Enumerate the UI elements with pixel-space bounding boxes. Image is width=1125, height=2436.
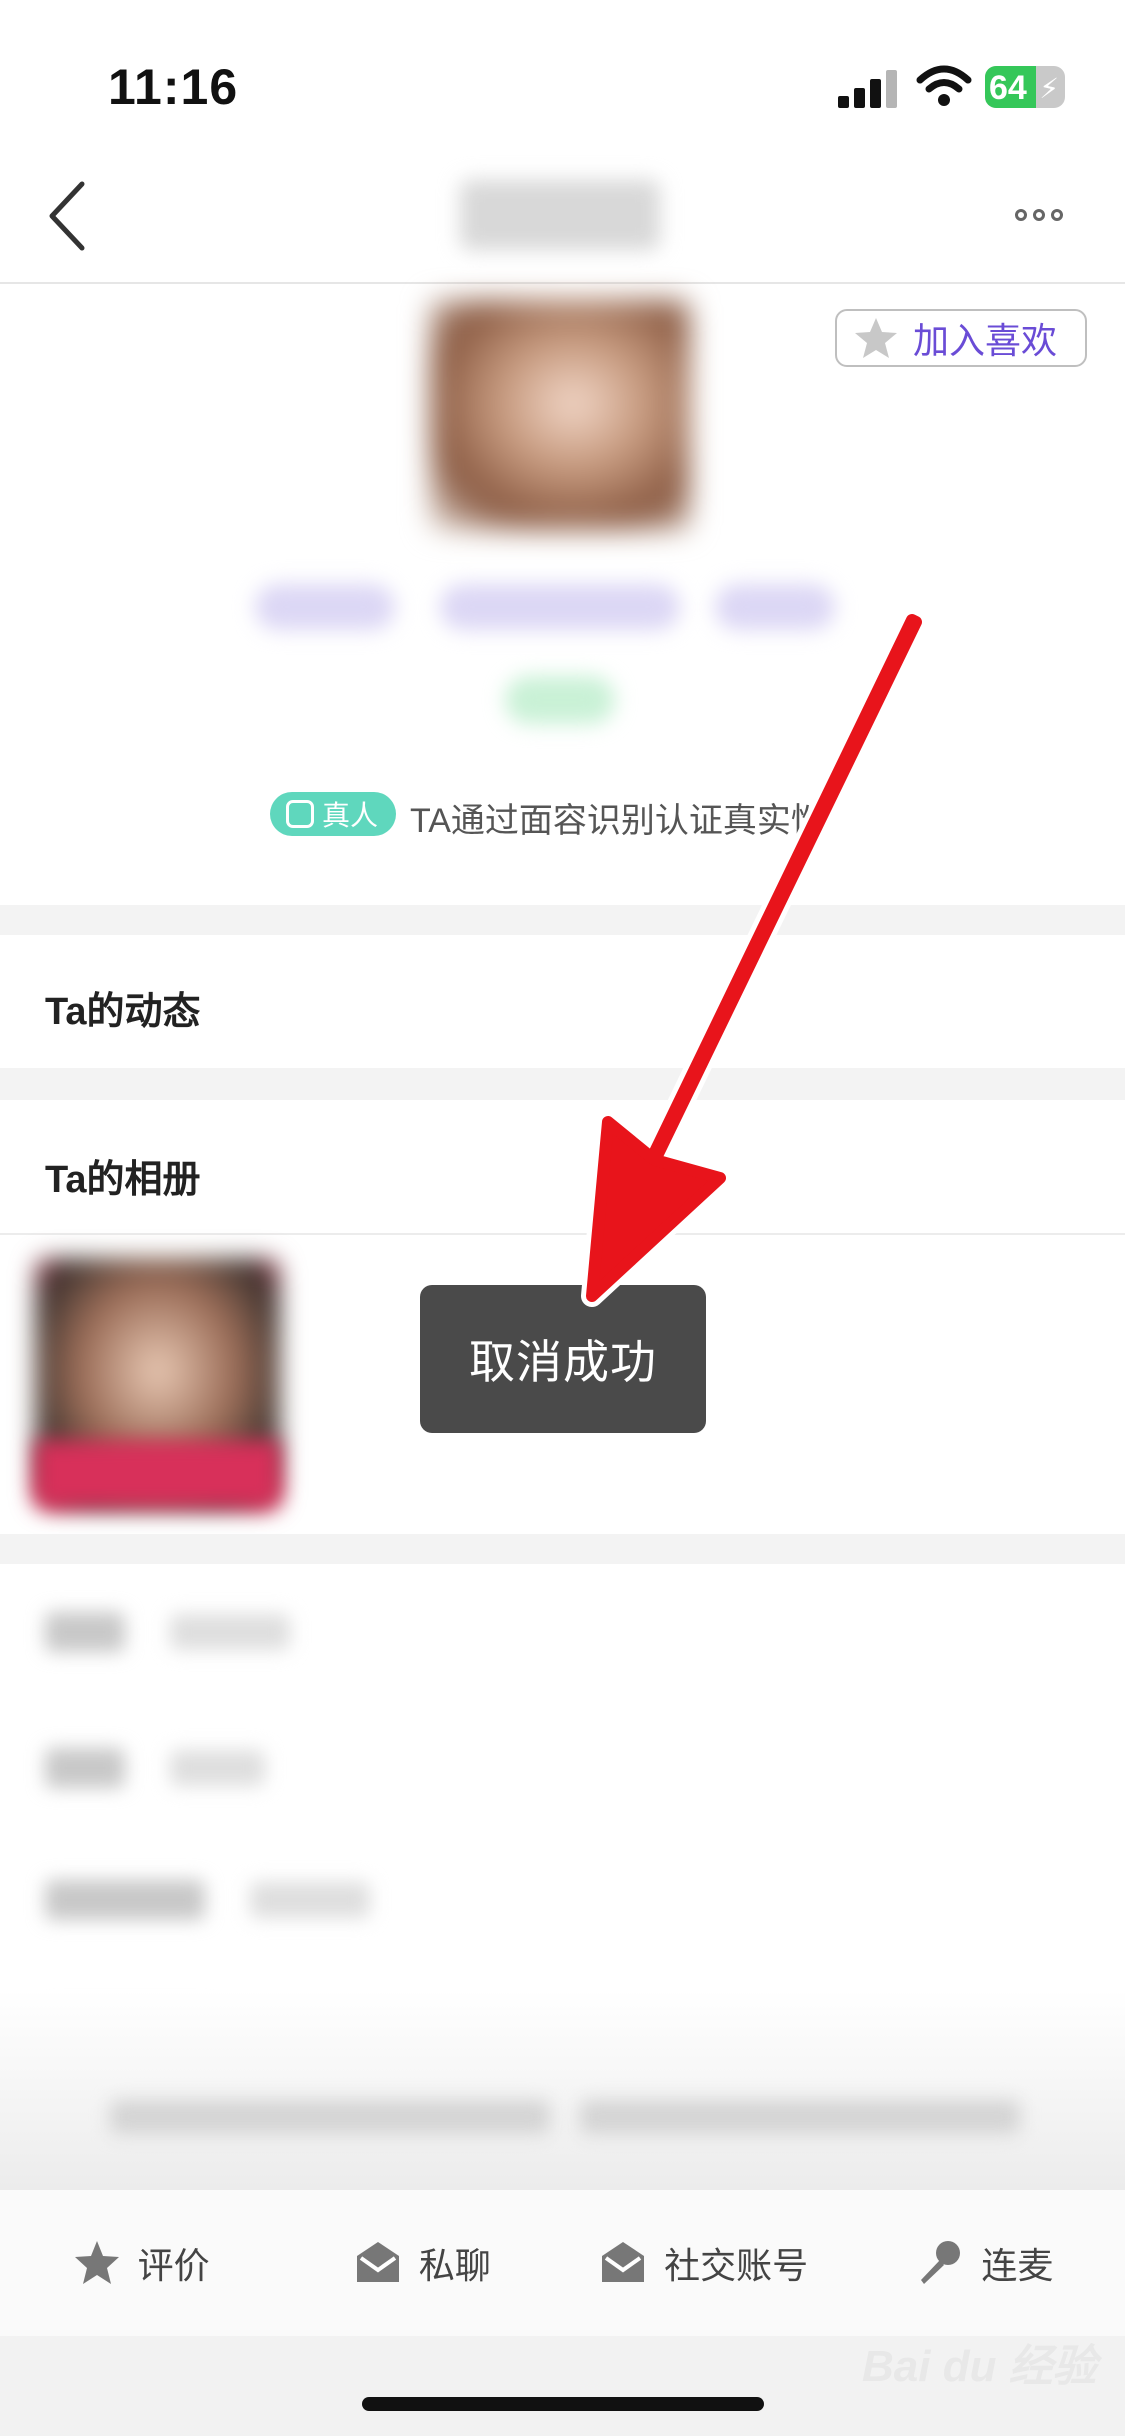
online-status-badge (505, 676, 615, 724)
toast: 取消成功 (420, 1285, 706, 1433)
mail-icon (602, 2242, 645, 2282)
info-label-blurred (45, 1612, 125, 1652)
star-icon (855, 318, 897, 358)
bottom-fade (0, 1990, 1125, 2190)
add-favorite-button[interactable]: 加入喜欢 (835, 309, 1087, 367)
notice-text-blurred (580, 2100, 1020, 2134)
add-favorite-label: 加入喜欢 (913, 320, 1058, 361)
status-time: 11:16 (108, 59, 239, 115)
wifi-icon (916, 65, 972, 106)
rate-label: 评价 (137, 2245, 210, 2286)
notice-text-blurred (110, 2100, 550, 2134)
profile-avatar[interactable] (430, 300, 690, 530)
verification-text: TA通过面容识别认证真实性 (410, 802, 825, 840)
page-title-blurred (460, 180, 660, 250)
voice-link-button[interactable]: 连麦 (844, 2190, 1125, 2336)
info-value-blurred (170, 1750, 265, 1786)
nav-divider (0, 282, 1125, 284)
more-options-button[interactable] (1015, 200, 1075, 230)
star-icon (74, 2241, 119, 2284)
album-divider (0, 1233, 1125, 1235)
mail-icon (356, 2242, 399, 2282)
info-value-blurred (170, 1614, 290, 1650)
album-photo-banner (35, 1440, 280, 1508)
album-section-title[interactable]: Ta的相册 (45, 1148, 201, 1203)
charging-icon: ⚡ (1039, 73, 1059, 104)
bottom-action-bar: 评价 私聊 社交账号 连麦 (0, 2190, 1125, 2336)
moments-section-title[interactable]: Ta的动态 (45, 980, 201, 1035)
section-gap (0, 905, 1125, 935)
cellular-signal-icon (838, 70, 898, 108)
profile-tag (715, 584, 835, 630)
battery-icon: 64 ⚡ (985, 66, 1065, 108)
face-id-icon (286, 800, 314, 828)
microphone-icon (921, 2241, 961, 2284)
back-button[interactable] (40, 176, 100, 256)
social-account-label: 社交账号 (664, 2245, 809, 2286)
info-label-blurred (45, 1748, 125, 1788)
section-gap (0, 1068, 1125, 1100)
home-indicator[interactable] (362, 2397, 764, 2411)
info-label-blurred (45, 1880, 205, 1920)
rate-button[interactable]: 评价 (0, 2190, 281, 2336)
real-person-badge: 真人 (270, 792, 396, 836)
toast-message: 取消成功 (469, 1336, 657, 1388)
watermark-logo: Bai du 经验 (862, 2342, 1097, 2391)
info-value-blurred (250, 1882, 370, 1918)
battery-percent: 64 (989, 69, 1027, 107)
private-chat-button[interactable]: 私聊 (281, 2190, 562, 2336)
section-gap (0, 1534, 1125, 1564)
profile-tag (255, 584, 395, 630)
private-chat-label: 私聊 (418, 2245, 491, 2286)
social-account-button[interactable]: 社交账号 (563, 2190, 844, 2336)
profile-tag (440, 584, 680, 630)
real-person-label: 真人 (322, 800, 379, 831)
voice-link-label: 连麦 (981, 2245, 1054, 2286)
